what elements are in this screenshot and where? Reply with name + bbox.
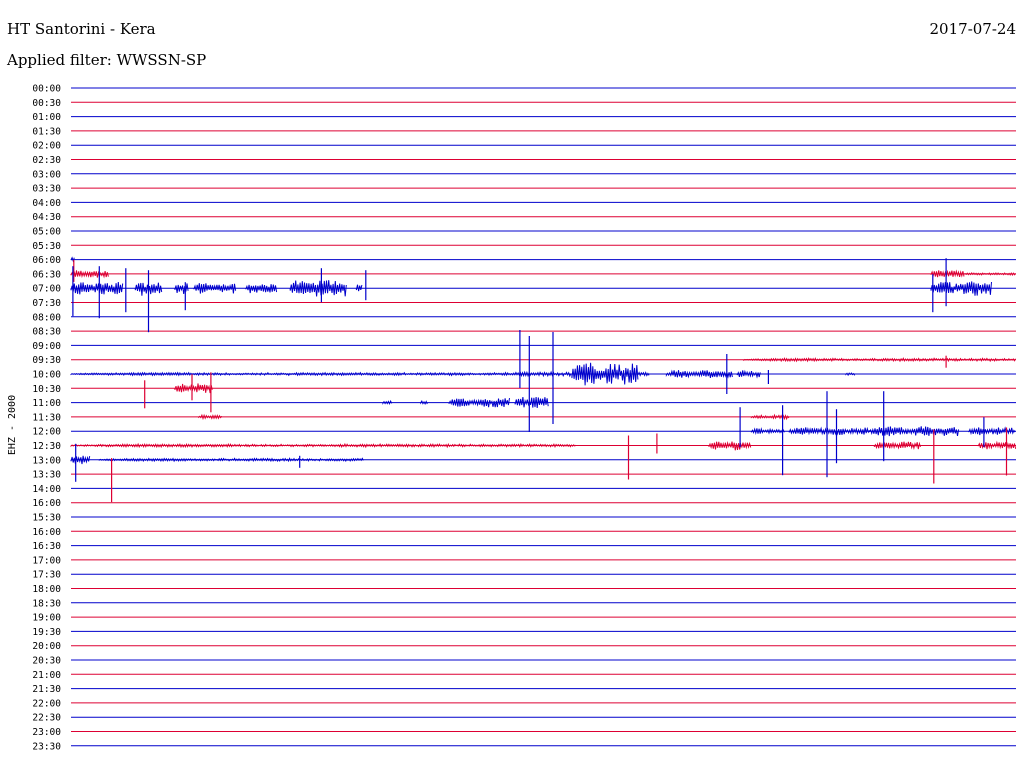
row-tick-label: 19:30 xyxy=(32,627,61,638)
row-tick-label: 07:30 xyxy=(32,298,61,309)
trace-burst xyxy=(873,441,921,450)
row-tick-label: 16:30 xyxy=(32,541,61,552)
trace-burst xyxy=(70,442,577,449)
row-tick-label: 21:00 xyxy=(32,670,61,681)
trace-burst xyxy=(869,426,960,437)
row-tick-label: 17:00 xyxy=(32,555,61,566)
row-tick-label: 13:00 xyxy=(32,455,61,466)
trace-burst xyxy=(174,283,189,294)
row-tick-label: 10:00 xyxy=(32,370,61,381)
trace-burst xyxy=(70,455,91,465)
row-tick-label: 02:00 xyxy=(32,141,61,152)
trace-burst xyxy=(245,284,278,294)
trace-burst xyxy=(289,280,347,297)
row-tick-label: 14:00 xyxy=(32,484,61,495)
row-tick-label: 05:00 xyxy=(32,227,61,238)
trace-burst xyxy=(355,284,363,292)
row-tick-label: 16:00 xyxy=(32,527,61,538)
row-tick-label: 21:30 xyxy=(32,684,61,695)
row-tick-label: 09:00 xyxy=(32,341,61,352)
row-tick-label: 19:00 xyxy=(32,613,61,624)
trace-burst xyxy=(750,427,785,435)
trace-burst xyxy=(70,371,511,377)
row-tick-label: 03:30 xyxy=(32,184,61,195)
row-tick-label: 08:00 xyxy=(32,312,61,323)
trace-burst xyxy=(845,372,856,377)
row-tick-label: 04:00 xyxy=(32,198,61,209)
row-tick-label: 06:00 xyxy=(32,255,61,266)
row-tick-label: 23:00 xyxy=(32,727,61,738)
trace-burst xyxy=(930,269,965,278)
row-tick-label: 07:00 xyxy=(32,284,61,295)
row-tick-label: 08:30 xyxy=(32,327,61,338)
row-tick-label: 00:00 xyxy=(32,84,61,95)
channel-label: EHZ - 2000 xyxy=(7,395,18,455)
row-tick-label: 09:30 xyxy=(32,355,61,366)
row-tick-label: 10:30 xyxy=(32,384,61,395)
trace-burst xyxy=(968,426,1016,436)
row-tick-label: 00:30 xyxy=(32,98,61,109)
row-tick-label: 02:30 xyxy=(32,155,61,166)
row-tick-label: 22:30 xyxy=(32,713,61,724)
row-tick-label: 22:00 xyxy=(32,698,61,709)
row-tick-label: 12:30 xyxy=(32,441,61,452)
seismic-traces xyxy=(70,256,1017,503)
row-tick-label: 04:30 xyxy=(32,212,61,223)
row-tick-label: 11:00 xyxy=(32,398,61,409)
row-tick-label: 17:30 xyxy=(32,570,61,581)
row-tick-label: 12:00 xyxy=(32,427,61,438)
row-tick-label: 01:30 xyxy=(32,126,61,137)
row-tick-label: 18:30 xyxy=(32,598,61,609)
row-tick-label: 13:30 xyxy=(32,470,61,481)
trace-burst xyxy=(665,369,733,379)
trace-burst xyxy=(637,371,650,377)
row-tick-label: 18:00 xyxy=(32,584,61,595)
row-tick-label: 15:30 xyxy=(32,513,61,524)
row-tick-label: 01:00 xyxy=(32,112,61,123)
helicorder-chart: 00:00 00:30 01:00 01:30 02:00 02:30 03:00 03:30… xyxy=(7,84,1017,753)
row-tick-label: 06:30 xyxy=(32,269,61,280)
row-tick-label: 05:30 xyxy=(32,241,61,252)
row-tick-label: 11:30 xyxy=(32,412,61,423)
row-tick-label: 20:00 xyxy=(32,641,61,652)
trace-burst xyxy=(930,281,992,296)
row-tick-labels: 00:00 00:30 01:00 01:30 02:00 02:30 03:00 03:30… xyxy=(32,84,61,753)
row-tick-label: 16:00 xyxy=(32,498,61,509)
row-tick-label: 23:30 xyxy=(32,741,61,752)
trace-burst xyxy=(448,398,510,408)
row-tick-label: 03:00 xyxy=(32,169,61,180)
trace-burst xyxy=(198,413,223,421)
row-tick-label: 20:30 xyxy=(32,656,61,667)
